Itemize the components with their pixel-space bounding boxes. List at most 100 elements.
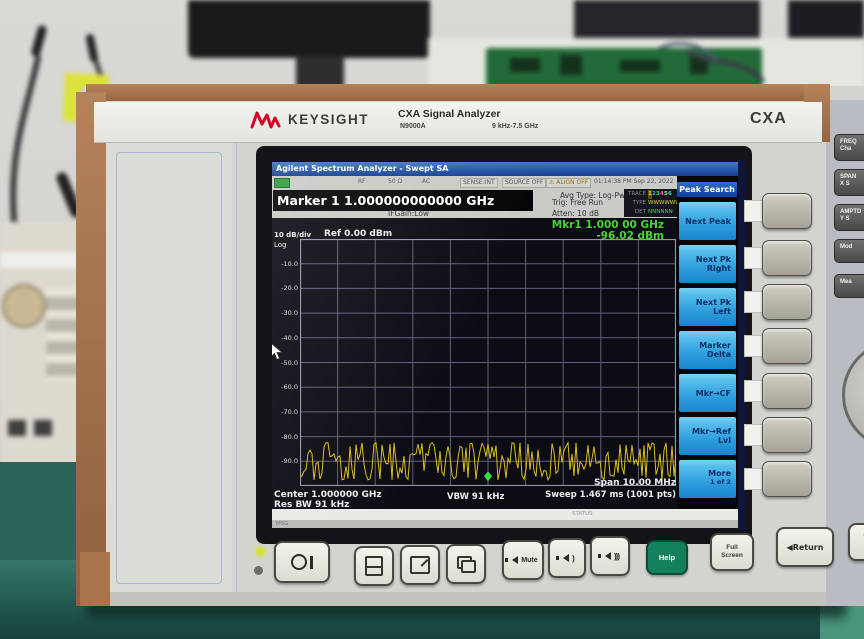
copper-tape-top	[86, 84, 830, 101]
brand-strip: KEYSIGHT CXA Signal Analyzer N9000A 9 kH…	[94, 102, 822, 143]
scale-type: Log	[274, 241, 287, 249]
y-axis-label: -10.0	[272, 260, 298, 268]
trace-number: 6	[668, 190, 672, 199]
meas-key[interactable]: Mea	[834, 274, 864, 298]
softkey-button-3[interactable]	[744, 284, 812, 318]
speaker-low-icon	[559, 554, 569, 562]
fnkey-label: SPAN	[840, 174, 864, 181]
softkey-more[interactable]: More 1 of 2	[679, 460, 736, 498]
softkey-menu-column: Peak Search Next Peak Next Pk Right Next…	[677, 176, 738, 509]
softkey-button-1[interactable]	[744, 193, 812, 227]
mute-label: Mute	[521, 557, 537, 564]
fnkey-label: Cha	[840, 146, 864, 153]
status-bar: STATUS	[272, 509, 738, 520]
window-next-button[interactable]	[446, 544, 486, 584]
volume-down-button[interactable]: )	[548, 538, 586, 578]
softkey-cap	[762, 328, 812, 364]
power-on-bar-icon	[310, 556, 313, 569]
trace-digit-row: 123456	[648, 191, 672, 197]
fnkey-label: Y S	[840, 216, 864, 223]
mute-button[interactable]: Mute	[502, 540, 544, 580]
cxa-badge: CXA	[750, 110, 787, 128]
power-button[interactable]	[274, 541, 330, 583]
model-number: N9000A	[400, 123, 426, 130]
impedance-indicator: 50 Ω	[388, 178, 402, 185]
copper-tape-left	[76, 92, 106, 606]
freq-channel-key[interactable]: FREQ Cha	[834, 134, 864, 161]
help-button[interactable]: Help	[646, 540, 688, 575]
y-axis-label: -30.0	[272, 309, 298, 317]
trig-label: Trig: Free Run	[552, 198, 603, 207]
softkey-button-4[interactable]	[744, 328, 812, 362]
return-button[interactable]: ◀Return	[776, 527, 834, 567]
fnkey-label: Mea	[840, 279, 864, 286]
tab-button[interactable]: Ta →|	[848, 523, 864, 561]
softkey-next-pk-left[interactable]: Next Pk Left	[679, 288, 736, 326]
full-screen-label1: Full	[726, 544, 738, 552]
left-instrument-darkkey	[34, 420, 52, 436]
align-warning: ⚠ ALIGN OFF	[546, 178, 591, 188]
speaker-high-icon	[601, 552, 611, 560]
atten-label: Atten: 10 dB	[552, 209, 599, 218]
left-instrument-display	[0, 252, 84, 268]
marker1-diamond	[484, 471, 492, 481]
remote-indicator	[274, 178, 290, 188]
softkey-next-pk-right[interactable]: Next Pk Right	[679, 245, 736, 283]
softkey-button-2[interactable]	[744, 240, 812, 274]
window-split-button[interactable]	[354, 546, 394, 586]
volume-up-button[interactable]: )))	[590, 536, 630, 576]
y-axis-label: -20.0	[272, 284, 298, 292]
vbw-label: VBW 91 kHz	[447, 492, 504, 502]
more-page: 1 of 2	[679, 478, 731, 487]
scale-per-div: 10 dB/div	[274, 231, 311, 239]
span-label: Span 10.00 MHz	[594, 478, 676, 488]
softkey-cap	[762, 461, 812, 497]
softkey-button-7[interactable]	[744, 461, 812, 495]
full-screen-button[interactable]: Full Screen	[710, 533, 754, 571]
trace-table: TRACE123456 TYPEWWWWWW DETNNNNNN	[624, 189, 677, 217]
trace-label: TRACE	[626, 190, 646, 199]
ifgain-label: IFGain:Low	[388, 209, 429, 218]
volume-high-waves: )))	[614, 552, 619, 561]
y-axis-label: -40.0	[272, 334, 298, 342]
det-label: DET	[626, 208, 646, 217]
softkey-button-5[interactable]	[744, 373, 812, 407]
product-name: CXA Signal Analyzer	[398, 108, 501, 120]
y-axis-label: -70.0	[272, 408, 298, 416]
span-xscale-key[interactable]: SPAN X S	[834, 169, 864, 196]
type-row: WWWWWW	[648, 200, 681, 206]
more-label: More	[679, 469, 731, 478]
fnkey-label: FREQ	[840, 139, 864, 146]
panel-seam-line	[236, 142, 237, 592]
screen-status-row: RF 50 Ω AC SENSE:INT SOURCE OFF ⚠ ALIGN …	[272, 176, 738, 188]
instrument-screen: Agilent Spectrum Analyzer - Swept SA RF …	[272, 162, 738, 528]
softkey-cap	[762, 373, 812, 409]
amptd-yscale-key[interactable]: AMPTD Y S	[834, 204, 864, 231]
softkey-mkr-to-cf[interactable]: Mkr→CF	[679, 374, 736, 412]
mouse-cursor	[272, 342, 284, 362]
status-bar-label: STATUS	[572, 511, 593, 517]
return-label: ◀Return	[787, 543, 824, 552]
speaker-mute-icon	[508, 556, 518, 564]
window-zoom-icon	[410, 556, 430, 574]
graticule	[300, 239, 676, 486]
sense-indicator: SENSE:INT	[460, 178, 498, 188]
datetime: 01:14:38 PM Sep 22, 2022	[594, 178, 674, 185]
brand-text: KEYSIGHT	[288, 112, 369, 127]
window-zoom-button[interactable]	[400, 545, 440, 585]
menu-header: Peak Search	[677, 182, 737, 197]
standby-led	[254, 566, 263, 575]
copper-tape-bottom-left	[80, 552, 110, 606]
left-instrument-knob	[2, 284, 46, 328]
softkey-next-peak[interactable]: Next Peak	[679, 202, 736, 240]
softkey-cap	[762, 240, 812, 276]
mode-key[interactable]: Mod	[834, 239, 864, 263]
left-panel-seam	[116, 152, 222, 584]
window-next-icon	[457, 556, 475, 572]
softkey-marker-delta[interactable]: Marker Delta	[679, 331, 736, 369]
y-axis-label: -80.0	[272, 433, 298, 441]
softkey-mkr-to-reflvl[interactable]: Mkr→Ref Lvl	[679, 417, 736, 455]
frequency-range: 9 kHz-7.5 GHz	[492, 123, 538, 130]
bottom-chassis-strip	[88, 592, 864, 606]
softkey-button-6[interactable]	[744, 417, 812, 451]
